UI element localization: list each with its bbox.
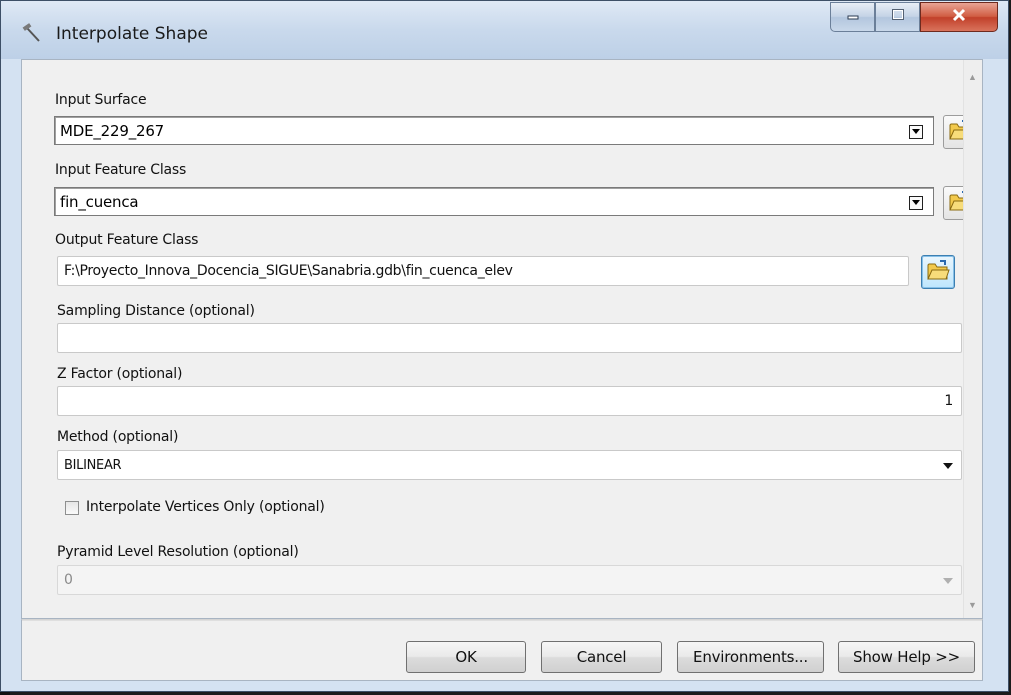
input-feature-class-value: fin_cuenca (60, 193, 139, 211)
cancel-button[interactable]: Cancel (541, 641, 662, 673)
sampling-distance-label: Sampling Distance (optional) (57, 303, 255, 319)
z-factor-value: 1 (944, 393, 953, 409)
close-button[interactable] (920, 2, 998, 32)
pyramid-level-label: Pyramid Level Resolution (optional) (57, 544, 299, 560)
interpolate-vertices-checkbox[interactable] (65, 501, 79, 515)
input-surface-value: MDE_229_267 (60, 122, 165, 140)
chevron-down-icon (943, 578, 953, 584)
chevron-down-icon[interactable] (909, 125, 923, 139)
method-select[interactable]: BILINEAR (57, 450, 962, 480)
interpolate-vertices-label[interactable]: Interpolate Vertices Only (optional) (86, 499, 325, 515)
window-title: Interpolate Shape (56, 24, 208, 44)
output-feature-class-field[interactable]: F:\Proyecto_Innova_Docencia_SIGUE\Sanabr… (57, 256, 909, 286)
pyramid-level-select: 0 (57, 565, 962, 595)
chevron-down-icon[interactable] (909, 196, 923, 210)
method-value: BILINEAR (64, 458, 122, 473)
title-bar[interactable]: Interpolate Shape (1, 1, 1008, 59)
open-folder-icon (926, 259, 950, 286)
output-feature-class-browse-button[interactable] (921, 255, 955, 289)
input-surface-label: Input Surface (55, 92, 147, 108)
maximize-icon (891, 8, 905, 26)
caption-buttons (830, 2, 998, 32)
environments-button[interactable]: Environments... (677, 641, 824, 673)
z-factor-field[interactable]: 1 (57, 386, 962, 416)
vertical-scrollbar[interactable]: ▲ ▼ (963, 60, 982, 618)
button-bar: OK Cancel Environments... Show Help >> (21, 619, 983, 681)
minimize-button[interactable] (830, 2, 875, 32)
z-factor-label: Z Factor (optional) (57, 366, 183, 382)
parameters-panel: Input Surface MDE_229_267 Input Feature … (21, 59, 983, 619)
maximize-button[interactable] (875, 2, 920, 32)
divider (22, 620, 982, 621)
sampling-distance-field[interactable] (57, 323, 962, 353)
show-help-button[interactable]: Show Help >> (838, 641, 975, 673)
output-feature-class-value: F:\Proyecto_Innova_Docencia_SIGUE\Sanabr… (64, 263, 513, 279)
scroll-up-icon[interactable]: ▲ (968, 72, 977, 82)
ok-button[interactable]: OK (406, 641, 526, 673)
dialog-window: Interpolate Shape Input Surface MDE_229_… (0, 0, 1009, 692)
minimize-icon (846, 8, 860, 26)
output-feature-class-label: Output Feature Class (55, 232, 199, 248)
tool-hammer-icon (21, 23, 43, 45)
pyramid-level-value: 0 (64, 572, 73, 588)
method-label: Method (optional) (57, 429, 179, 445)
scroll-down-icon[interactable]: ▼ (968, 600, 977, 610)
input-feature-class-label: Input Feature Class (55, 162, 187, 178)
input-surface-combo[interactable]: MDE_229_267 (54, 116, 934, 145)
close-icon (951, 8, 967, 27)
input-feature-class-combo[interactable]: fin_cuenca (54, 187, 934, 216)
chevron-down-icon (943, 463, 953, 469)
